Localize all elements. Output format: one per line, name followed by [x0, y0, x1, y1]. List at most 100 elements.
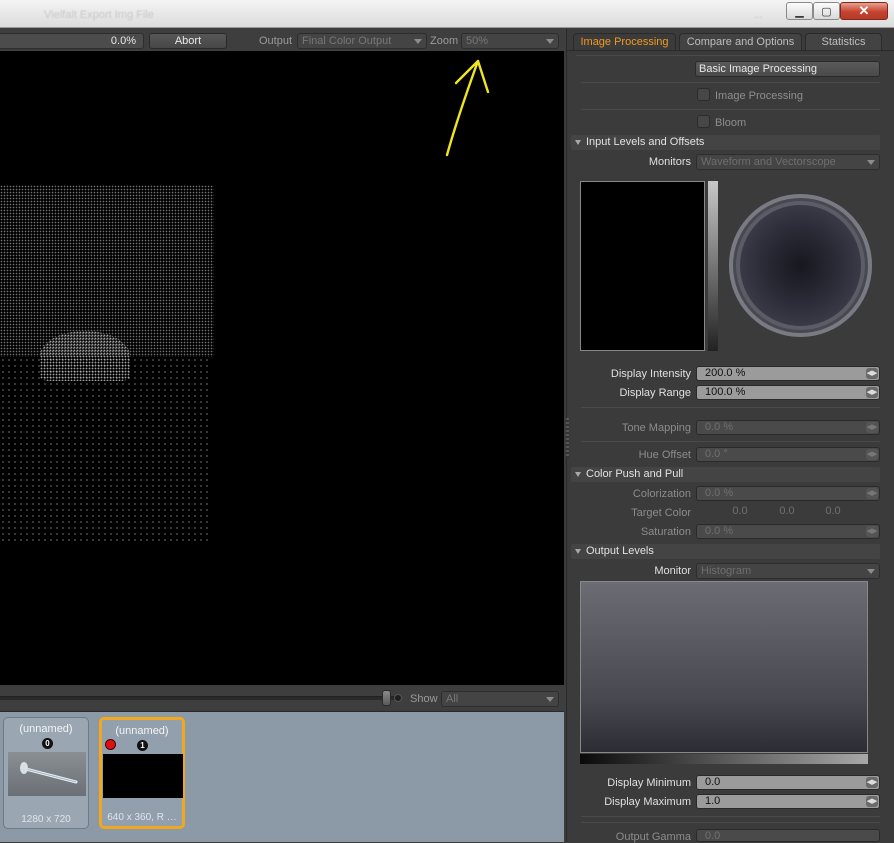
- chevron-down-icon: [867, 160, 875, 165]
- thumbnail-size-track[interactable]: [0, 696, 396, 700]
- bloom-checkbox[interactable]: [697, 115, 710, 128]
- display-minimum-value: 0.0: [705, 776, 721, 788]
- histogram-monitor: [580, 581, 868, 753]
- maximize-icon: ▢: [821, 5, 832, 18]
- display-minimum-label: Display Minimum: [607, 777, 691, 789]
- divider: [581, 109, 880, 110]
- thumbnail-item[interactable]: (unnamed) 0 1280 x 720: [3, 717, 89, 829]
- output-label: Output: [259, 35, 293, 47]
- section-input-levels[interactable]: Input Levels and Offsets: [571, 135, 880, 150]
- hue-offset-field[interactable]: 0.0 ° ◀▶: [696, 447, 880, 462]
- window-title: Vielfalt Export Img File: [44, 9, 154, 21]
- tab-statistics[interactable]: Statistics: [805, 33, 882, 51]
- divider: [581, 82, 880, 83]
- target-color-g[interactable]: 0.0: [762, 505, 812, 517]
- output-select[interactable]: Final Color Output: [297, 33, 427, 49]
- target-color-b[interactable]: 0.0: [808, 505, 858, 517]
- render-dots-highlight: [40, 331, 130, 381]
- collapse-triangle-icon: [575, 140, 581, 145]
- hue-offset-label: Hue Offset: [638, 449, 691, 461]
- tone-mapping-field[interactable]: 0.0 % ◀▶: [696, 420, 880, 435]
- display-intensity-label: Display Intensity: [610, 368, 691, 380]
- zoom-label: Zoom: [430, 35, 459, 47]
- recording-dot-icon: [105, 739, 116, 750]
- display-maximum-label: Display Maximum: [604, 796, 691, 808]
- preset-button[interactable]: Basic Image Processing: [695, 61, 880, 77]
- section-title: Input Levels and Offsets: [586, 136, 705, 148]
- chevron-down-icon: [414, 39, 422, 44]
- spinner-arrows-icon[interactable]: ◀▶: [866, 422, 878, 433]
- tab-image-processing[interactable]: Image Processing: [573, 33, 676, 51]
- output-gamma-value: 0.0: [705, 830, 721, 842]
- spinner-arrows-icon[interactable]: ◀▶: [866, 368, 878, 379]
- colorization-field[interactable]: 0.0 % ◀▶: [696, 486, 880, 501]
- spinner-arrows-icon[interactable]: ◀▶: [866, 387, 878, 398]
- show-label: Show: [410, 693, 438, 705]
- chevron-down-icon: [546, 39, 554, 44]
- display-minimum-field[interactable]: 0.0 ◀▶: [696, 775, 880, 790]
- monitors-select-value: Waveform and Vectorscope: [701, 156, 836, 168]
- display-maximum-field[interactable]: 1.0 ◀▶: [696, 794, 880, 809]
- display-intensity-value: 200.0 %: [705, 367, 746, 379]
- output-select-value: Final Color Output: [302, 35, 392, 47]
- output-gamma-field[interactable]: 0.0: [696, 829, 880, 842]
- spinner-arrows-icon[interactable]: ◀▶: [866, 488, 878, 499]
- image-processing-checkbox[interactable]: [697, 88, 710, 101]
- spinner-arrows-icon[interactable]: ◀▶: [866, 777, 878, 788]
- thumbnail-index-badge: 0: [42, 738, 53, 749]
- close-button[interactable]: ✕: [840, 2, 888, 20]
- abort-button[interactable]: Abort: [149, 33, 227, 49]
- monitors-label: Monitors: [648, 156, 691, 168]
- colorization-label: Colorization: [632, 488, 691, 500]
- divider: [581, 441, 880, 442]
- divider: [581, 407, 880, 408]
- show-select[interactable]: All: [441, 691, 559, 707]
- waveform-monitor: [580, 181, 705, 351]
- spinner-arrows-icon[interactable]: ◀▶: [866, 449, 878, 460]
- tone-mapping-label: Tone Mapping: [621, 422, 691, 434]
- maximize-button[interactable]: ▢: [813, 2, 840, 20]
- render-progress: 0.0%: [0, 33, 144, 49]
- output-gamma-label: Output Gamma: [615, 831, 691, 843]
- section-color-push-pull[interactable]: Color Push and Pull: [571, 467, 880, 482]
- title-bar: Vielfalt Export Img File ...: [0, 0, 894, 28]
- thumbnail-image: [103, 754, 183, 798]
- display-intensity-field[interactable]: 200.0 % ◀▶: [696, 366, 880, 381]
- thumbnail-size: 640 x 360, R …: [107, 812, 177, 823]
- section-output-levels[interactable]: Output Levels: [571, 544, 880, 559]
- display-maximum-value: 1.0: [705, 795, 721, 807]
- display-range-field[interactable]: 100.0 % ◀▶: [696, 385, 880, 400]
- thumbnail-size-slider[interactable]: [382, 690, 391, 706]
- zoom-select-value: 50%: [466, 35, 489, 47]
- monitor-select[interactable]: Histogram: [696, 563, 880, 579]
- collapse-triangle-icon: [575, 549, 581, 554]
- zoom-select[interactable]: 50%: [461, 33, 559, 49]
- image-processing-label: Image Processing: [715, 90, 804, 102]
- show-select-value: All: [446, 693, 459, 705]
- monitor-label: Monitor: [654, 565, 691, 577]
- thumbnail-index-badge: 1: [137, 740, 148, 751]
- window-title-right: ...: [754, 10, 763, 21]
- thumbnail-size: 1280 x 720: [21, 814, 71, 825]
- spinner-arrows-icon[interactable]: ◀▶: [866, 796, 878, 807]
- monitors-select[interactable]: Waveform and Vectorscope: [696, 154, 880, 170]
- target-color-r[interactable]: 0.0: [715, 505, 765, 517]
- divider: [581, 822, 880, 823]
- display-range-value: 100.0 %: [705, 386, 746, 398]
- waveform-intensity-ramp: [708, 181, 718, 351]
- divider: [581, 816, 880, 817]
- saturation-field[interactable]: 0.0 % ◀▶: [696, 524, 880, 539]
- target-color-fields[interactable]: 0.0 0.0 0.0: [696, 505, 880, 520]
- annotation-arrow-icon: [445, 59, 490, 157]
- minimize-button[interactable]: ▁: [786, 2, 813, 20]
- tone-mapping-value: 0.0 %: [705, 421, 734, 433]
- saturation-label: Saturation: [640, 526, 691, 538]
- saturation-value: 0.0 %: [705, 525, 734, 537]
- chevron-down-icon: [546, 697, 554, 702]
- thumbnail-item-selected[interactable]: (unnamed) 1 640 x 360, R …: [99, 717, 185, 829]
- chevron-down-icon: [867, 569, 875, 574]
- bolt-render-icon: [20, 762, 78, 784]
- spinner-arrows-icon[interactable]: ◀▶: [866, 526, 878, 537]
- tab-compare-and-options[interactable]: Compare and Options: [679, 33, 802, 51]
- hue-offset-value: 0.0 °: [705, 448, 728, 460]
